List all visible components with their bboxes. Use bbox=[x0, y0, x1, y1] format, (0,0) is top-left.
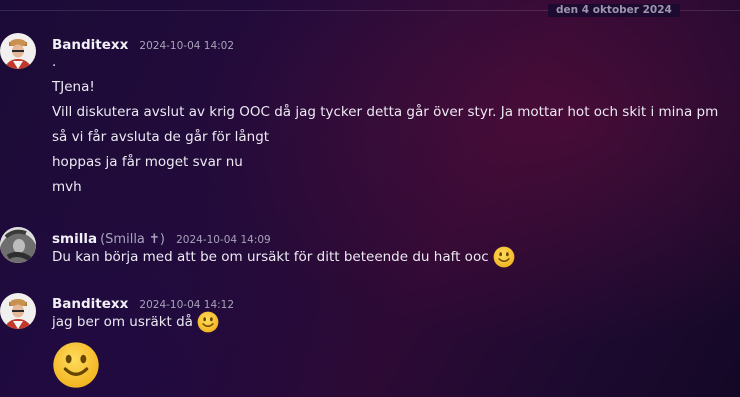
message-content: Du kan börja med att be om ursäkt för di… bbox=[52, 245, 515, 270]
message-line: jag ber om usräkt då bbox=[52, 310, 219, 335]
message-text: jag ber om usräkt då bbox=[52, 314, 193, 330]
divider-date: den 4 oktober 2024 bbox=[548, 4, 680, 17]
message-line: TJena! bbox=[52, 79, 95, 95]
message-line: hoppas ja får moget svar nu bbox=[52, 154, 243, 170]
message-line: Vill diskutera avslut av krig OOC då jag… bbox=[52, 104, 719, 120]
slightly-smiling-face-icon[interactable] bbox=[197, 311, 219, 333]
message-line: mvh bbox=[52, 179, 82, 195]
big-emoji bbox=[52, 341, 219, 393]
message-content: jag ber om usräkt då bbox=[52, 310, 219, 393]
date-divider: den 4 oktober 2024 bbox=[0, 4, 740, 22]
message-text: Du kan börja med att be om ursäkt för di… bbox=[52, 249, 489, 265]
slightly-smiling-face-icon[interactable] bbox=[493, 246, 515, 268]
message-line: så vi får avsluta de går för långt bbox=[52, 129, 270, 145]
avatar[interactable] bbox=[0, 33, 36, 69]
avatar[interactable] bbox=[0, 227, 36, 263]
message-content: . TJena! Vill diskutera avslut av krig O… bbox=[52, 50, 718, 200]
avatar[interactable] bbox=[0, 293, 36, 329]
slightly-smiling-face-icon[interactable] bbox=[52, 341, 100, 389]
message-line: . bbox=[52, 54, 57, 70]
message-line: Du kan börja med att be om ursäkt för di… bbox=[52, 245, 515, 270]
